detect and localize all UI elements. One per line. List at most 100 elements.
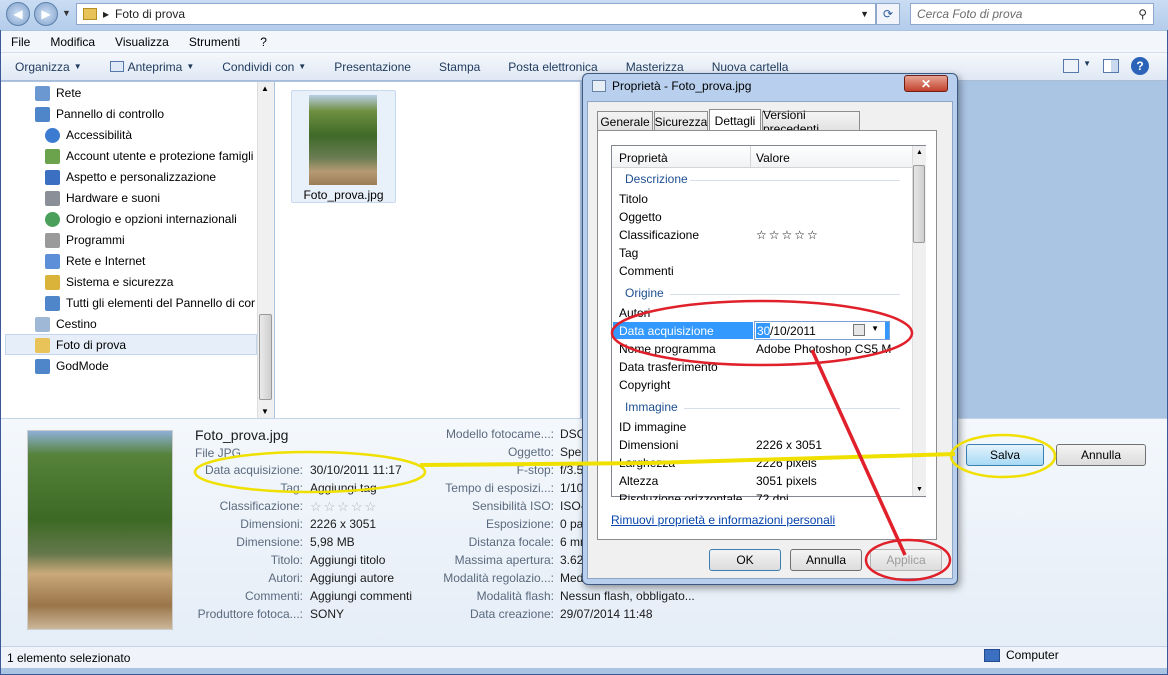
- print-button[interactable]: Stampa: [425, 60, 494, 74]
- nav-item-accounts[interactable]: Account utente e protezione famigli: [45, 146, 253, 166]
- cancel-button[interactable]: Annulla: [1056, 444, 1146, 466]
- section-descrizione: Descrizione: [625, 172, 688, 186]
- nav-item-accessibility[interactable]: Accessibilità: [45, 125, 132, 145]
- column-header-value[interactable]: Valore: [756, 151, 790, 165]
- property-name[interactable]: Copyright: [619, 378, 670, 392]
- slideshow-button[interactable]: Presentazione: [320, 60, 425, 74]
- change-view-icon[interactable]: [1063, 59, 1079, 73]
- ok-button[interactable]: OK: [709, 549, 781, 571]
- menu-view[interactable]: Visualizza: [105, 35, 179, 49]
- property-value[interactable]: 3051 pixels: [756, 474, 817, 488]
- detail-value[interactable]: Aggiungi autore: [310, 571, 394, 585]
- property-name[interactable]: Autori: [619, 306, 650, 320]
- menu-help[interactable]: ?: [250, 35, 277, 49]
- nav-item-security[interactable]: Sistema e sicurezza: [45, 272, 173, 292]
- preview-button[interactable]: Anteprima ▼: [96, 60, 209, 74]
- detail-label: F-stop:: [516, 463, 554, 477]
- property-name[interactable]: Larghezza: [619, 456, 675, 470]
- property-name[interactable]: Nome programma: [619, 342, 716, 356]
- property-name[interactable]: Altezza: [619, 474, 658, 488]
- refresh-button[interactable]: ⟳: [876, 3, 900, 25]
- nav-item-programs[interactable]: Programmi: [45, 230, 125, 250]
- burn-button[interactable]: Masterizza: [612, 60, 698, 74]
- nav-item-pannello[interactable]: Pannello di controllo: [35, 104, 164, 124]
- property-name[interactable]: Data acquisizione: [619, 324, 714, 338]
- status-selection-count: 1 elemento selezionato: [7, 650, 131, 665]
- property-scroll-thumb[interactable]: [913, 165, 925, 243]
- property-name[interactable]: Tag: [619, 246, 638, 260]
- nav-item-recycle-bin[interactable]: Cestino: [35, 314, 97, 334]
- dialog-cancel-button[interactable]: Annulla: [790, 549, 862, 571]
- address-folder-label[interactable]: Foto di prova: [115, 7, 185, 21]
- share-button[interactable]: Condividi con ▼: [208, 60, 320, 74]
- property-name[interactable]: Data trasferimento: [619, 360, 718, 374]
- nav-item-godmode[interactable]: GodMode: [35, 356, 109, 376]
- organize-button[interactable]: Organizza ▼: [1, 60, 96, 74]
- dialog-close-button[interactable]: ✕: [904, 75, 948, 92]
- nav-scroll-thumb[interactable]: [259, 314, 272, 400]
- property-value[interactable]: 2226 pixels: [756, 456, 817, 470]
- nav-item-foto-di-prova[interactable]: Foto di prova: [35, 335, 126, 355]
- property-value[interactable]: 2226 x 3051: [756, 438, 822, 452]
- back-button[interactable]: ◀: [6, 2, 30, 26]
- help-icon[interactable]: ?: [1131, 57, 1149, 75]
- recent-pages-chevron-icon[interactable]: ▼: [62, 8, 71, 18]
- date-rest-segment[interactable]: /10/2011: [770, 324, 816, 338]
- detail-value: 1/10: [560, 481, 584, 495]
- scroll-down-icon[interactable]: ▼: [916, 486, 923, 493]
- menu-edit[interactable]: Modifica: [40, 35, 105, 49]
- nav-item-network-internet[interactable]: Rete e Internet: [45, 251, 145, 271]
- search-icon[interactable]: ⚲: [1138, 7, 1147, 21]
- property-name[interactable]: Risoluzione orizzontale: [619, 492, 742, 500]
- search-input[interactable]: Cerca Foto di prova ⚲: [910, 3, 1154, 25]
- scroll-down-icon[interactable]: ▼: [261, 407, 269, 416]
- detail-value[interactable]: ☆☆☆☆☆: [310, 499, 378, 515]
- tab-sicurezza[interactable]: Sicurezza: [654, 111, 708, 131]
- calendar-icon[interactable]: [853, 324, 865, 336]
- scroll-up-icon[interactable]: ▲: [261, 84, 269, 93]
- property-name[interactable]: Commenti: [619, 264, 674, 278]
- new-folder-button[interactable]: Nuova cartella: [698, 60, 803, 74]
- menu-tools[interactable]: Strumenti: [179, 35, 250, 49]
- section-rule: [670, 294, 900, 295]
- address-dropdown-icon[interactable]: ▼: [860, 9, 869, 19]
- nav-item-rete[interactable]: Rete: [35, 83, 81, 103]
- remove-properties-link[interactable]: Rimuovi proprietà e informazioni persona…: [611, 513, 835, 527]
- nav-scrollbar[interactable]: ▲ ▼: [257, 82, 274, 418]
- preview-pane-icon[interactable]: [1103, 59, 1119, 73]
- property-value[interactable]: ☆☆☆☆☆: [756, 228, 820, 242]
- detail-value[interactable]: Aggiungi commenti: [310, 589, 412, 603]
- detail-value: f/3.5: [560, 463, 584, 477]
- property-name[interactable]: Titolo: [619, 192, 648, 206]
- tab-generale[interactable]: Generale: [597, 111, 653, 131]
- property-name[interactable]: Oggetto: [619, 210, 662, 224]
- property-value[interactable]: Adobe Photoshop CS5 M: [756, 342, 891, 356]
- detail-label: Massima apertura:: [454, 553, 554, 567]
- nav-item-clock[interactable]: Orologio e opzioni internazionali: [45, 209, 237, 229]
- address-field[interactable]: ▸ Foto di prova ▼: [76, 3, 876, 25]
- detail-value[interactable]: Aggiungi titolo: [310, 553, 385, 567]
- column-header-property[interactable]: Proprietà: [619, 151, 668, 165]
- nav-item-all-items[interactable]: Tutti gli elementi del Pannello di cor: [45, 293, 255, 313]
- scroll-up-icon[interactable]: ▲: [916, 149, 923, 156]
- path-separator-icon: ▸: [103, 7, 110, 21]
- detail-label: Classificazione:: [219, 499, 303, 513]
- detail-label: Sensibilità ISO:: [471, 499, 554, 513]
- tab-dettagli[interactable]: Dettagli: [709, 109, 761, 131]
- nav-item-appearance[interactable]: Aspetto e personalizzazione: [45, 167, 216, 187]
- tab-versioni[interactable]: Versioni precedenti: [762, 108, 860, 136]
- nav-item-hardware[interactable]: Hardware e suoni: [45, 188, 160, 208]
- preview-icon: [109, 61, 124, 72]
- view-options-chevron-icon[interactable]: ▼: [1083, 59, 1091, 68]
- email-button[interactable]: Posta elettronica: [494, 60, 611, 74]
- menu-file[interactable]: File: [1, 35, 40, 49]
- detail-value[interactable]: Aggiungi tag: [310, 481, 377, 495]
- property-name[interactable]: Classificazione: [619, 228, 699, 242]
- property-value[interactable]: 72 dpi: [756, 492, 789, 500]
- date-dropdown-icon[interactable]: ▼: [871, 324, 879, 333]
- save-button[interactable]: Salva: [966, 444, 1044, 466]
- property-name[interactable]: ID immagine: [619, 420, 686, 434]
- property-name[interactable]: Dimensioni: [619, 438, 678, 452]
- date-day-segment[interactable]: 30: [757, 324, 770, 338]
- forward-button[interactable]: ▶: [34, 2, 58, 26]
